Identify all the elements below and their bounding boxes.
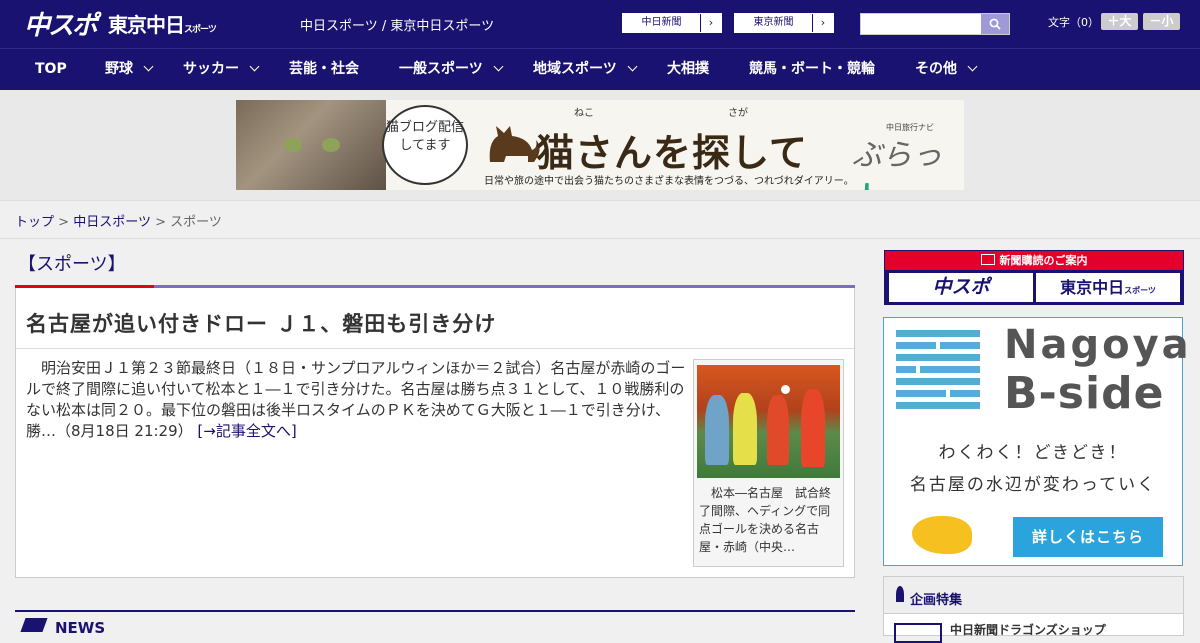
ribbon-icon xyxy=(896,586,904,602)
nagoya-tagline-1: わくわく！どきどき！ xyxy=(938,443,1128,463)
chunichi-shimbun-button[interactable]: 中日新聞 › xyxy=(622,13,722,33)
details-button[interactable]: 詳しくはこちら xyxy=(1013,517,1163,557)
ruby-neko: ねこ xyxy=(574,108,594,119)
brick-logo-icon xyxy=(896,330,982,414)
logo-chuspo[interactable]: 中スポ xyxy=(24,5,98,42)
divider xyxy=(16,348,854,349)
chevron-down-icon xyxy=(493,61,504,72)
nav-item-soccer[interactable]: サッカー xyxy=(183,49,260,90)
search-input[interactable] xyxy=(860,13,1010,35)
main-nav: TOP 野球 サッカー 芸能・社会 一般スポーツ 地域スポーツ 大相撲 競馬・ボ… xyxy=(0,48,1200,90)
divider xyxy=(0,238,1200,239)
top-header: 中スポ 東京中日スポーツ 中日スポーツ / 東京中日スポーツ 中日新聞 › 東京… xyxy=(0,0,1200,48)
tokyo-shimbun-button[interactable]: 東京新聞 › xyxy=(734,13,834,33)
subscription-box: 新聞購読のご案内 中スポ 東京中日スポーツ xyxy=(884,250,1184,305)
cat-eye xyxy=(284,138,302,152)
feature-header: 企画特集 xyxy=(884,577,1183,614)
player-figure xyxy=(733,393,757,465)
subscribe-chuspo-button[interactable]: 中スポ xyxy=(889,273,1033,302)
photo-box: 松本―名古屋 試合終了間際、ヘディングで同点ゴールを決める名古屋・赤崎（中央… xyxy=(693,359,844,567)
search-button[interactable] xyxy=(981,14,1009,34)
news-label: NEWS xyxy=(55,619,106,637)
ball xyxy=(781,385,790,394)
chevron-right-icon: › xyxy=(812,14,833,32)
site-logo[interactable]: 中スポ 東京中日スポーツ xyxy=(24,5,217,42)
cat-eye xyxy=(322,138,340,152)
section-title: 【スポーツ】 xyxy=(18,254,126,275)
photo-caption: 松本―名古屋 試合終了間際、ヘディングで同点ゴールを決める名古屋・赤崎（中央… xyxy=(699,486,832,554)
feature-title: 企画特集 xyxy=(910,593,963,608)
nagoya-bside-ad[interactable]: Nagoya B-side わくわく！どきどき！ 名古屋の水辺が変わっていく 詳… xyxy=(883,317,1189,566)
ruby-saga: さが xyxy=(728,108,748,119)
burattabi-logo: ぶらっ人 xyxy=(852,138,942,190)
nav-item-top[interactable]: TOP xyxy=(35,49,67,90)
chevron-down-icon xyxy=(143,61,154,72)
nav-item-local-sports[interactable]: 地域スポーツ xyxy=(533,49,638,90)
player-figure xyxy=(705,395,729,465)
font-bigger-button[interactable]: ＋大 xyxy=(1101,13,1138,30)
chevron-down-icon xyxy=(627,61,638,72)
banner-area: 猫ブログ配信してます ねこ さが 猫さんを探して 日常や旅の途中で出会う猫たちの… xyxy=(0,90,1200,201)
banner-subline: 日常や旅の途中で出会う猫たちのさまざまな表情をつづる、つれづれダイアリー。 xyxy=(484,176,854,187)
player-figure xyxy=(801,389,825,467)
tokyo-shimbun-label: 東京新聞 xyxy=(753,17,794,28)
shop-thumbnail[interactable] xyxy=(894,623,942,643)
nav-item-entertainment[interactable]: 芸能・社会 xyxy=(289,49,359,90)
breadcrumb: トップ > 中日スポーツ > スポーツ xyxy=(15,211,222,230)
accent-bar-red xyxy=(15,285,154,288)
breadcrumb-chunichi-sports[interactable]: 中日スポーツ xyxy=(73,215,151,230)
nagoya-title: Nagoya xyxy=(1004,322,1192,368)
chevron-right-icon: › xyxy=(700,14,721,32)
nav-item-sumo[interactable]: 大相撲 xyxy=(667,49,709,90)
breadcrumb-top[interactable]: トップ xyxy=(15,215,54,230)
banner-headline: 猫さんを探して xyxy=(536,131,808,175)
breadcrumb-separator: > xyxy=(58,215,70,230)
article-body: 明治安田Ｊ１第２３節最終日（１８日・サンプロアルウィンほか＝２試合）名古屋が赤崎… xyxy=(26,358,686,442)
nav-item-other[interactable]: その他 xyxy=(915,49,978,90)
site-links[interactable]: 中日スポーツ / 東京中日スポーツ xyxy=(300,15,494,34)
feature-box: 企画特集 中日新聞ドラゴンズショップ xyxy=(883,576,1184,643)
bside-title: B-side xyxy=(1004,368,1165,419)
speech-bubble: 猫ブログ配信してます xyxy=(382,105,468,185)
nagoya-tagline-2: 名古屋の水辺が変わっていく xyxy=(909,475,1157,495)
subscription-title: 新聞購読のご案内 xyxy=(885,251,1183,270)
font-size-label: 文字（0） xyxy=(1048,16,1099,29)
nav-item-general-sports[interactable]: 一般スポーツ xyxy=(399,49,504,90)
article-headline[interactable]: 名古屋が追い付きドロー Ｊ１、磐田も引き分け xyxy=(26,308,496,338)
read-more-link[interactable]: [→記事全文へ] xyxy=(197,422,296,440)
search-icon xyxy=(989,18,1001,30)
ebifurai-mascot-icon xyxy=(912,516,972,554)
breadcrumb-separator: > xyxy=(155,215,166,230)
chevron-down-icon xyxy=(249,61,260,72)
cat-blog-banner[interactable]: 猫ブログ配信してます ねこ さが 猫さんを探して 日常や旅の途中で出会う猫たちの… xyxy=(236,100,964,190)
nav-item-baseball[interactable]: 野球 xyxy=(105,49,154,90)
accent-bar-purple xyxy=(154,285,855,288)
chevron-down-icon xyxy=(967,61,978,72)
logo-tokyo-chunichi[interactable]: 東京中日スポーツ xyxy=(108,9,217,38)
font-smaller-button[interactable]: －小 xyxy=(1143,13,1180,30)
nav-item-racing[interactable]: 競馬・ボート・競輪 xyxy=(749,49,875,90)
newspaper-icon xyxy=(980,254,995,265)
article-photo[interactable] xyxy=(697,365,840,478)
cat-silhouette-icon xyxy=(489,126,540,162)
article-card: 名古屋が追い付きドロー Ｊ１、磐田も引き分け 明治安田Ｊ１第２３節最終日（１８日… xyxy=(15,285,855,578)
cat-photo xyxy=(236,100,386,190)
news-header: NEWS xyxy=(15,610,855,637)
player-figure xyxy=(767,395,789,465)
subscribe-tokyo-chunichi-button[interactable]: 東京中日スポーツ xyxy=(1036,273,1180,302)
chunichi-shimbun-label: 中日新聞 xyxy=(641,17,682,28)
article-summary: 明治安田Ｊ１第２３節最終日（１８日・サンプロアルウィンほか＝２試合）名古屋が赤崎… xyxy=(26,359,686,440)
breadcrumb-current: スポーツ xyxy=(170,215,222,230)
